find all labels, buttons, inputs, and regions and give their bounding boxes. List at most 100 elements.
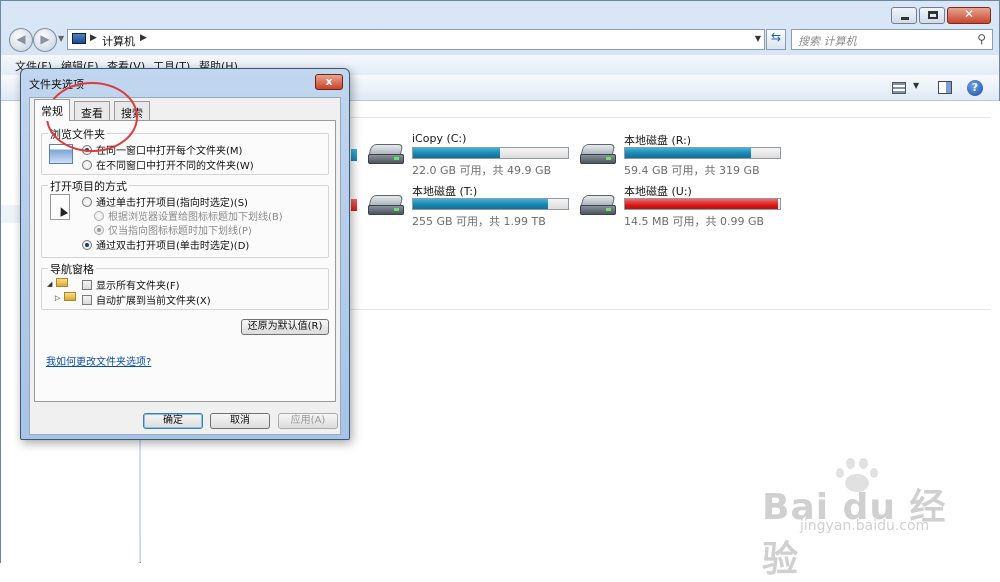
chevron-right-icon[interactable]: ▶ [140,33,147,43]
ok-button[interactable]: 确定 [143,413,203,429]
partially-hidden-drive-bar [351,149,357,161]
radio-single-click[interactable]: 通过单击打开项目(指向时选定)(S) [82,194,248,209]
browse-folders-group: 浏览文件夹 在同一窗口中打开每个文件夹(M) 在不同窗口中打开不同的文件夹(W) [41,126,329,175]
window-controls: ✕ [891,7,991,24]
tab-search[interactable]: 搜索 [114,101,150,120]
refresh-icon: ⇆ [770,30,782,44]
drive-c[interactable]: iCopy (C:) 22.0 GB 可用，共 49.9 GB [368,132,569,177]
tab-view[interactable]: 查看 [74,101,110,120]
maximize-button[interactable] [919,7,945,24]
drive-usage-bar [412,147,569,159]
folder-options-dialog: 文件夹选项 x 常规 查看 搜索 浏览文件夹 在同一窗口中打开每个文件夹(M) … [20,68,350,440]
hard-drive-icon [580,195,616,217]
radio-icon [94,211,104,221]
address-dropdown-icon[interactable]: ▼ [755,34,761,43]
drive-name: 本地磁盘 (U:) [624,185,692,198]
drive-name: 本地磁盘 (T:) [412,185,478,198]
cancel-button[interactable]: 取消 [210,413,270,429]
folder-window-icon [49,144,73,164]
drive-usage-bar [412,198,569,210]
tree-collapsed-icon: ▷ [55,294,61,302]
checkbox-show-all-folders[interactable]: 显示所有文件夹(F) [82,277,180,292]
dialog-close-button[interactable]: x [315,74,343,90]
partially-hidden-drive-bar [351,199,357,211]
preview-pane-icon[interactable] [938,81,952,94]
minimize-icon [901,17,909,20]
navigation-pane-group: 导航窗格 ◢ ▷ 显示所有文件夹(F) 自动扩展到当前文件夹(X) [41,261,329,310]
folder-icon [64,292,76,301]
group-divider [351,117,991,118]
drive-space-info: 22.0 GB 可用，共 49.9 GB [412,164,552,177]
radio-new-window[interactable]: 在不同窗口中打开不同的文件夹(W) [82,157,254,172]
maximize-icon [928,11,938,19]
option-label: 显示所有文件夹(F) [96,281,180,292]
folder-icon [56,278,68,287]
tab-general[interactable]: 常规 [34,99,70,121]
radio-underline-browser[interactable]: 根据浏览器设置给图标标题加下划线(B) [94,208,283,223]
drive-space-info: 255 GB 可用，共 1.99 TB [412,215,546,228]
option-label: 自动扩展到当前文件夹(X) [96,296,211,307]
watermark-url: jingyan.baidu.com [800,518,930,534]
general-tab-page: 浏览文件夹 在同一窗口中打开每个文件夹(M) 在不同窗口中打开不同的文件夹(W)… [34,120,336,402]
radio-selected-icon [82,240,92,250]
baidu-watermark: Bai du 经验 jingyan.baidu.com [762,458,962,580]
drive-usage-bar [624,147,781,159]
address-bar-row: ◀ ▶ ▼ ▶ 计算机 ▶ ▼ ⇆ 搜索 计算机 ⚲ [1,27,999,53]
close-icon: ✕ [963,7,975,21]
view-dropdown-icon[interactable]: ▼ [913,81,919,90]
drive-r[interactable]: 本地磁盘 (R:) 59.4 GB 可用，共 319 GB [580,132,781,177]
back-arrow-icon: ◀ [16,32,26,46]
checkbox-icon [82,295,92,305]
radio-double-click[interactable]: 通过双击打开项目(单击时选定)(D) [82,237,249,252]
dialog-body: 常规 查看 搜索 浏览文件夹 在同一窗口中打开每个文件夹(M) 在不同窗口中打开… [29,97,341,435]
checkbox-auto-expand[interactable]: 自动扩展到当前文件夹(X) [82,292,211,307]
drive-usage-fill [413,148,500,158]
close-icon: x [325,75,333,88]
search-input[interactable]: 搜索 计算机 ⚲ [791,29,993,50]
title-bar: ✕ [1,1,999,28]
drive-u[interactable]: 本地磁盘 (U:) 14.5 MB 可用，共 0.99 GB [580,183,781,228]
hard-drive-icon [580,144,616,166]
forward-arrow-icon: ▶ [40,32,50,46]
hard-drive-icon [368,144,404,166]
checkbox-icon [82,280,92,290]
restore-defaults-button[interactable]: 还原为默认值(R) [241,319,329,335]
minimize-button[interactable] [891,7,917,24]
drive-space-info: 59.4 GB 可用，共 319 GB [624,164,760,177]
tree-expanded-icon: ◢ [47,280,53,288]
radio-selected-icon [94,225,104,235]
help-link[interactable]: 我如何更改文件夹选项? [46,353,151,368]
drive-t[interactable]: 本地磁盘 (T:) 255 GB 可用，共 1.99 TB [368,183,569,228]
computer-icon [72,33,86,44]
close-window-button[interactable]: ✕ [947,7,991,24]
address-input[interactable]: ▶ 计算机 ▶ ▼ [67,29,765,50]
dialog-title: 文件夹选项 [29,78,84,91]
click-items-group: 打开项目的方式 通过单击打开项目(指向时选定)(S) 根据浏览器设置给图标标题加… [41,178,329,258]
breadcrumb-computer[interactable]: 计算机 [102,33,135,49]
hard-drive-icon [368,195,404,217]
drive-usage-fill [625,148,751,158]
radio-same-window[interactable]: 在同一窗口中打开每个文件夹(M) [82,142,242,157]
drive-usage-fill [625,199,779,209]
change-view-icon[interactable] [892,82,906,94]
search-placeholder: 搜索 计算机 [798,35,857,48]
drive-usage-bar [624,198,781,210]
group-title: 浏览文件夹 [48,126,107,142]
option-label: 仅当指向图标标题时加下划线(P) [108,226,252,237]
option-label: 在不同窗口中打开不同的文件夹(W) [96,161,254,172]
drive-name: iCopy (C:) [412,132,467,145]
help-icon[interactable]: ? [967,80,983,96]
option-label: 在同一窗口中打开每个文件夹(M) [96,146,243,157]
chevron-right-icon[interactable]: ▶ [90,33,97,43]
radio-underline-hover[interactable]: 仅当指向图标标题时加下划线(P) [94,222,252,237]
drive-space-info: 14.5 MB 可用，共 0.99 GB [624,215,765,228]
forward-button[interactable]: ▶ [33,28,57,52]
drive-name: 本地磁盘 (R:) [624,134,692,147]
back-button[interactable]: ◀ [9,28,33,52]
group-title: 导航窗格 [48,261,96,277]
search-icon[interactable]: ⚲ [977,32,986,46]
recent-pages-dropdown-icon[interactable]: ▼ [58,34,64,43]
refresh-button[interactable]: ⇆ [766,29,786,50]
apply-button[interactable]: 应用(A) [278,413,338,429]
radio-icon [82,160,92,170]
